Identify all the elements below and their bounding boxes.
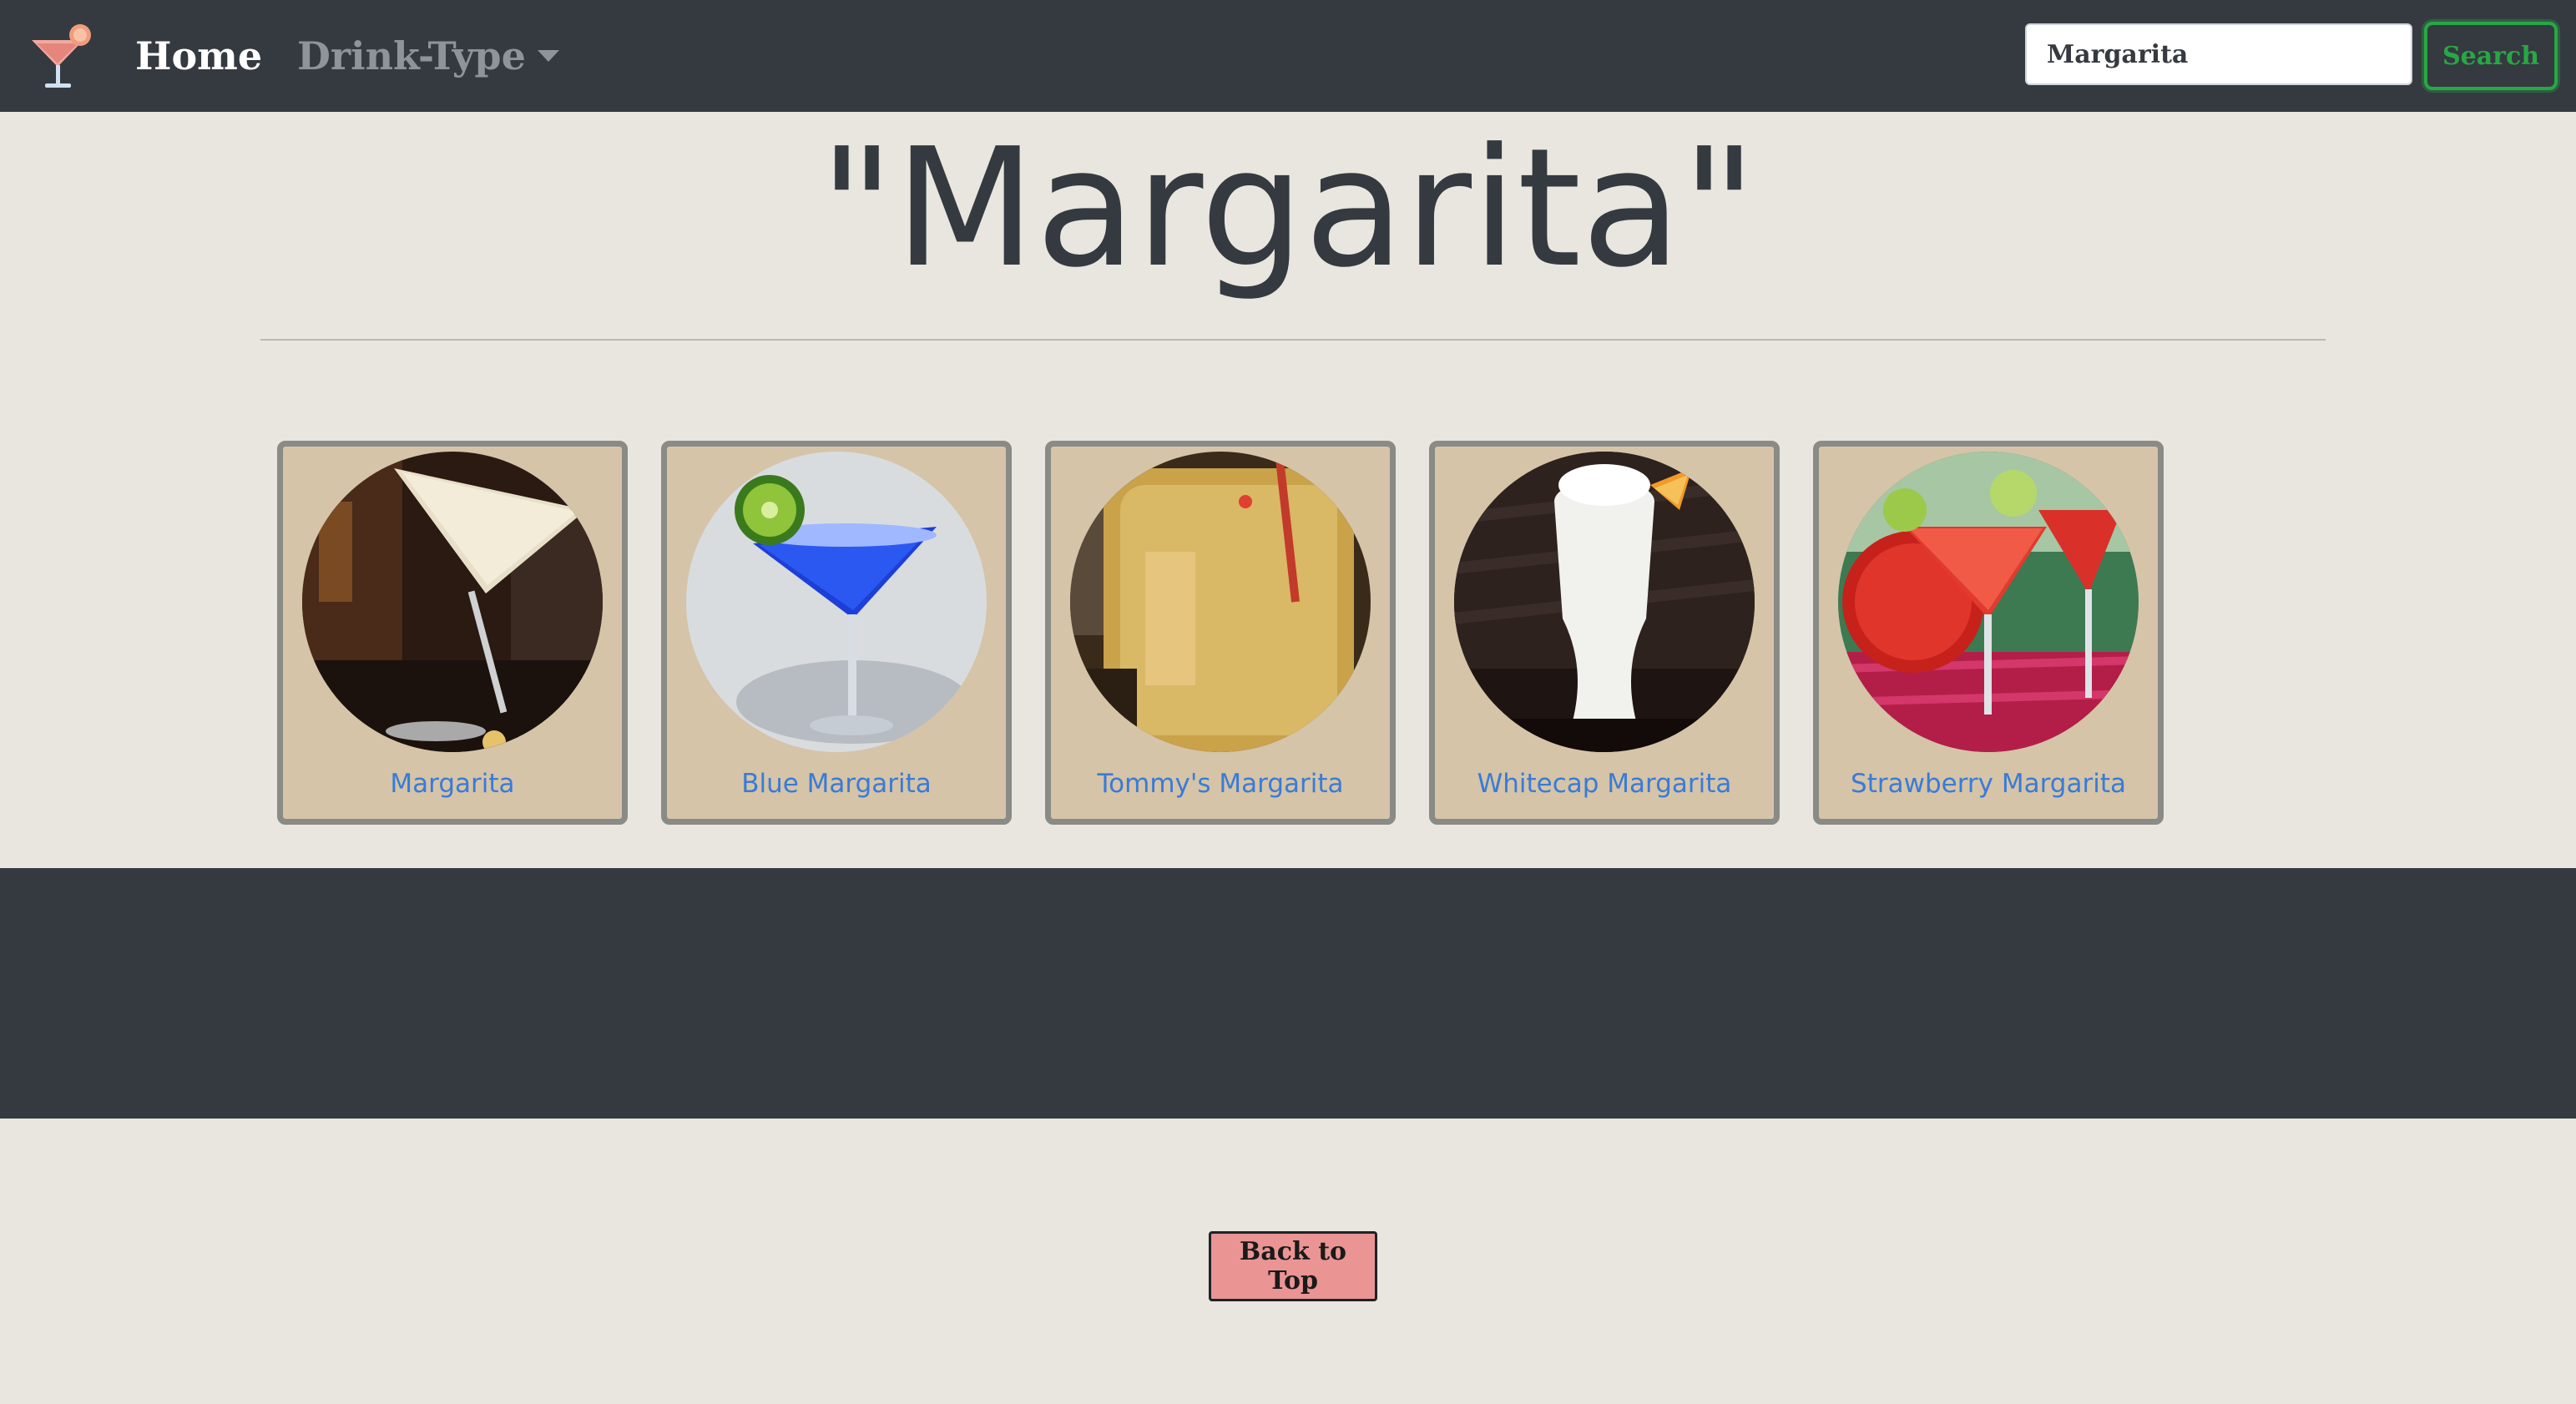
drink-card-margarita[interactable]: Margarita <box>277 441 628 825</box>
caret-down-icon <box>537 50 559 62</box>
drink-name-link[interactable]: Tommy's Margarita <box>1051 769 1390 799</box>
footer-band <box>0 868 2576 1119</box>
search-button[interactable]: Search <box>2424 22 2558 90</box>
drink-image[interactable] <box>1454 452 1755 752</box>
drink-image[interactable] <box>1838 452 2139 752</box>
navbar: Home Drink-Type Search <box>0 0 2576 112</box>
divider <box>260 339 2326 341</box>
page-title: "Margarita" <box>819 114 1757 304</box>
drink-image[interactable] <box>1070 452 1371 752</box>
cocktail-logo-icon[interactable] <box>25 18 100 93</box>
nav-drink-type-dropdown[interactable]: Drink-Type <box>297 25 559 87</box>
drink-card-strawberry-margarita[interactable]: Strawberry Margarita <box>1813 441 2164 825</box>
search-input[interactable] <box>2025 23 2412 85</box>
drink-type-label: Drink-Type <box>297 33 526 78</box>
drink-name-link[interactable]: Whitecap Margarita <box>1435 769 1774 799</box>
drink-image[interactable] <box>302 452 603 752</box>
drink-name-link[interactable]: Strawberry Margarita <box>1819 769 2158 799</box>
back-to-top-button[interactable]: Back to Top <box>1209 1231 1377 1301</box>
drink-name-link[interactable]: Blue Margarita <box>667 769 1006 799</box>
nav-home-link[interactable]: Home <box>135 25 262 87</box>
drink-card-blue-margarita[interactable]: Blue Margarita <box>661 441 1012 825</box>
drink-card-tommys-margarita[interactable]: Tommy's Margarita <box>1045 441 1396 825</box>
drink-card-whitecap-margarita[interactable]: Whitecap Margarita <box>1429 441 1780 825</box>
drink-image[interactable] <box>686 452 987 752</box>
drink-name-link[interactable]: Margarita <box>283 769 622 799</box>
